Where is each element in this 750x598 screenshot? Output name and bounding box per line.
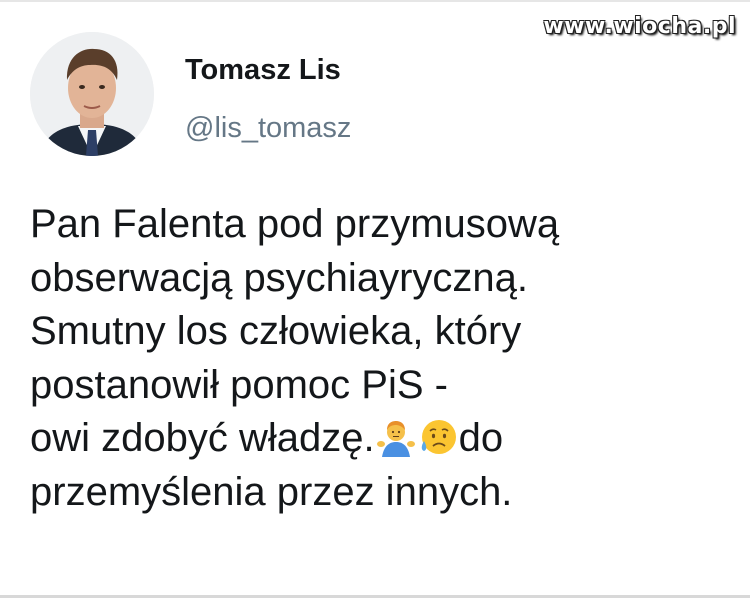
profile-photo-icon — [30, 32, 154, 156]
tweet-text-fragment: do — [458, 416, 504, 460]
tweet-card: www.wiocha.pl Tomasz Lis @lis_tomasz Pan… — [0, 0, 750, 598]
tweet-line: przemyślenia przez innych. — [30, 469, 513, 514]
tweet-line-with-emoji: owi zdobyć władzę. do — [30, 412, 730, 466]
sad-but-relieved-face-icon — [418, 417, 458, 457]
user-handle[interactable]: @lis_tomasz — [185, 112, 351, 145]
tweet-line: Pan Falenta pod przymusową — [30, 202, 560, 246]
tweet-text-fragment: owi zdobyć władzę. — [30, 416, 375, 460]
avatar[interactable] — [30, 32, 154, 156]
tweet-line: Smutny los człowieka, który — [30, 309, 522, 353]
site-watermark: www.wiocha.pl — [543, 14, 736, 39]
tweet-line: postanowił pomoc PiS - — [30, 362, 448, 407]
man-shrugging-icon — [376, 417, 416, 457]
tweet-line: obserwacją psychiayryczną. — [30, 255, 528, 300]
display-name[interactable]: Tomasz Lis — [185, 54, 341, 87]
tweet-text: Pan Falenta pod przymusową obserwacją ps… — [30, 198, 730, 519]
